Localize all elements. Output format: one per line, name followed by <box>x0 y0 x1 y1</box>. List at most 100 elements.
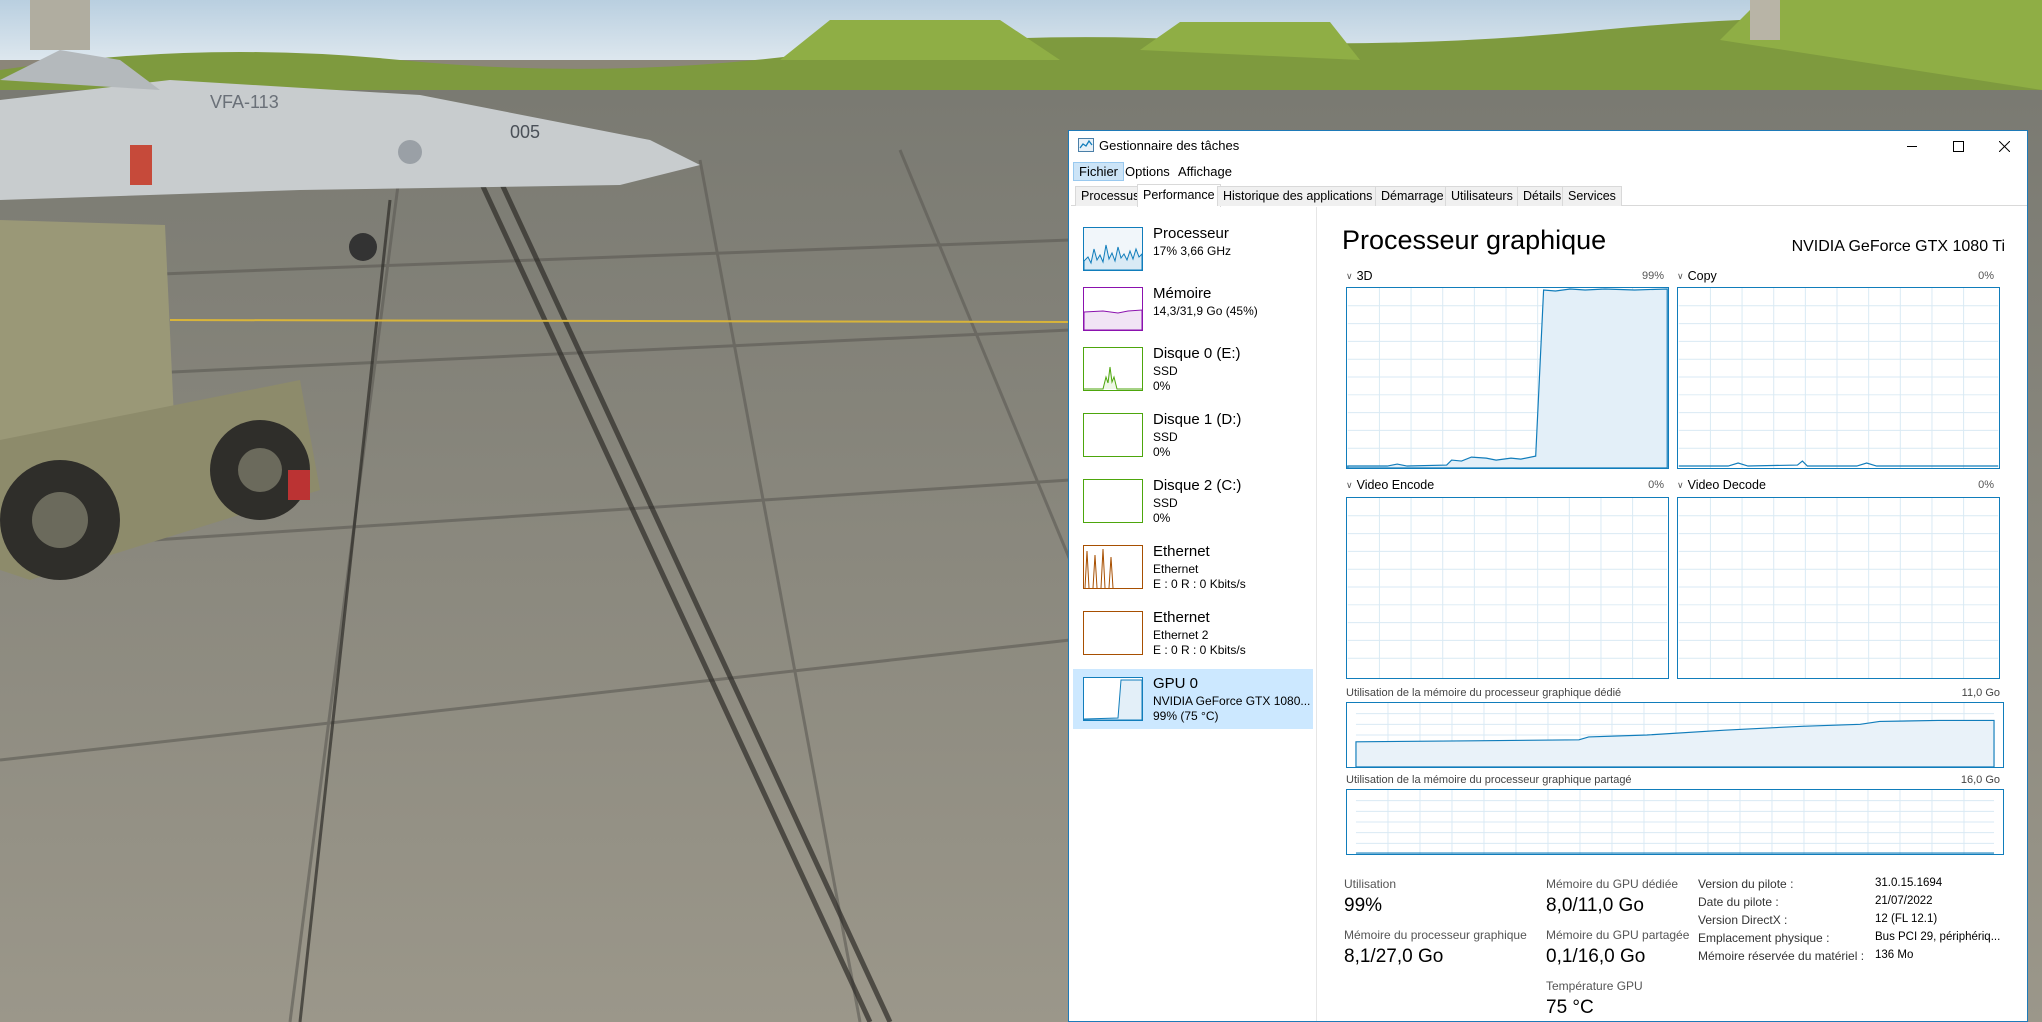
engine-label: Video Encode <box>1356 478 1435 492</box>
graph-video-encode <box>1346 497 1669 679</box>
shared-gpu-memory-label: Mémoire du GPU partagée <box>1546 928 1690 942</box>
shared-memory-max: 16,0 Go <box>1960 774 2000 786</box>
sidebar-item-title: GPU 0 <box>1153 675 1199 692</box>
sidebar-item-gpu0[interactable]: GPU 0 NVIDIA GeForce GTX 1080... 99% (75… <box>1073 669 1313 729</box>
minimize-icon <box>1906 145 1917 147</box>
sidebar-item-value: 0% <box>1153 511 1171 525</box>
sidebar-item-title: Ethernet <box>1153 543 1210 560</box>
engine-label: Copy <box>1687 269 1717 283</box>
sidebar-item-value: 0% <box>1153 379 1171 393</box>
tab-details[interactable]: Détails <box>1517 186 1568 206</box>
tab-utilisateurs[interactable]: Utilisateurs <box>1445 186 1519 206</box>
menu-bar: Fichier Options Affichage <box>1069 161 2027 181</box>
tab-processus[interactable]: Processus <box>1075 186 1146 206</box>
tab-performance[interactable]: Performance <box>1137 184 1221 207</box>
close-icon <box>1998 140 2010 152</box>
sidebar-item-disque0[interactable]: Disque 0 (E:) SSD 0% <box>1073 339 1313 399</box>
sidebar-item-detail: Ethernet 2 <box>1153 628 1209 642</box>
engine-selector-video-decode[interactable]: ∨ Video Decode <box>1677 478 1766 492</box>
tab-services[interactable]: Services <box>1562 186 1622 206</box>
chevron-down-icon: ∨ <box>1346 271 1353 281</box>
property-value: 31.0.15.1694 <box>1875 877 1943 889</box>
sidebar-item-detail: SSD <box>1153 430 1178 444</box>
ethernet-mini-graph <box>1083 545 1143 589</box>
sidebar-item-memoire[interactable]: Mémoire 14,3/31,9 Go (45%) <box>1073 279 1313 339</box>
property-value: 21/07/2022 <box>1875 895 1933 907</box>
sidebar-item-detail: SSD <box>1153 496 1178 510</box>
graph-shared-memory <box>1346 789 2004 855</box>
property-label: Emplacement physique : <box>1698 931 1830 945</box>
tab-historique[interactable]: Historique des applications <box>1217 186 1379 206</box>
sidebar-item-value: 99% (75 °C) <box>1153 709 1219 723</box>
title-bar[interactable]: Gestionnaire des tâches <box>1069 131 2027 161</box>
sidebar-item-title: Mémoire <box>1153 285 1212 302</box>
graph-3d <box>1346 287 1669 469</box>
dedicated-memory-label: Utilisation de la mémoire du processeur … <box>1346 687 1622 699</box>
maximize-button[interactable] <box>1935 131 1981 161</box>
graph-dedicated-memory <box>1346 702 2004 768</box>
sidebar-item-disque1[interactable]: Disque 1 (D:) SSD 0% <box>1073 405 1313 465</box>
dedicated-gpu-memory-label: Mémoire du GPU dédiée <box>1546 877 1679 891</box>
sidebar-item-disque2[interactable]: Disque 2 (C:) SSD 0% <box>1073 471 1313 531</box>
dedicated-gpu-memory-value: 8,0/11,0 Go <box>1546 895 1644 916</box>
disque0-mini-graph <box>1083 347 1143 391</box>
tab-demarrage[interactable]: Démarrage <box>1375 186 1450 206</box>
menu-fichier[interactable]: Fichier <box>1073 162 1125 181</box>
graph-copy <box>1677 287 2000 469</box>
close-button[interactable] <box>1981 131 2027 161</box>
engine-selector-copy[interactable]: ∨ Copy <box>1677 269 1717 283</box>
tab-bar: Processus Performance Historique des app… <box>1071 184 2027 207</box>
property-label: Date du pilote : <box>1698 895 1779 909</box>
svg-text:VFA-113: VFA-113 <box>210 92 279 112</box>
engine-label: 3D <box>1356 269 1373 283</box>
engine-percent: 0% <box>1978 479 1994 491</box>
sidebar-item-value: 0% <box>1153 445 1171 459</box>
menu-options[interactable]: Options <box>1120 163 1175 180</box>
sidebar-item-detail: Ethernet <box>1153 562 1199 576</box>
gpu-temperature-value: 75 °C <box>1546 997 1594 1018</box>
task-manager-window: Gestionnaire des tâches Fichier Options … <box>1068 130 2028 1022</box>
svg-text:005: 005 <box>510 122 540 142</box>
minimize-button[interactable] <box>1889 131 1935 161</box>
engine-label: Video Decode <box>1687 478 1766 492</box>
sidebar-item-title: Disque 2 (C:) <box>1153 477 1242 494</box>
engine-percent: 99% <box>1641 270 1664 282</box>
gpu-memory-label: Mémoire du processeur graphique <box>1344 928 1527 942</box>
utilisation-label: Utilisation <box>1344 877 1397 891</box>
graph-video-decode <box>1677 497 2000 679</box>
sidebar-item-title: Disque 0 (E:) <box>1153 345 1241 362</box>
sidebar-item-processeur[interactable]: Processeur 17% 3,66 GHz <box>1073 219 1313 279</box>
chevron-down-icon: ∨ <box>1677 480 1684 490</box>
task-manager-app-icon <box>1078 138 1094 152</box>
menu-affichage[interactable]: Affichage <box>1173 163 1237 180</box>
utilisation-value: 99% <box>1344 895 1383 916</box>
sidebar-item-value: E : 0 R : 0 Kbits/s <box>1153 643 1246 657</box>
ethernet2-mini-graph <box>1083 611 1143 655</box>
sidebar-item-ethernet2[interactable]: Ethernet Ethernet 2 E : 0 R : 0 Kbits/s <box>1073 603 1313 663</box>
dedicated-memory-max: 11,0 Go <box>1961 687 2000 699</box>
property-label: Mémoire réservée du matériel : <box>1698 949 1865 963</box>
disque1-mini-graph <box>1083 413 1143 457</box>
processeur-mini-graph <box>1083 227 1143 271</box>
sidebar-item-title: Disque 1 (D:) <box>1153 411 1242 428</box>
engine-selector-video-encode[interactable]: ∨ Video Encode <box>1346 478 1434 492</box>
engine-percent: 0% <box>1648 479 1664 491</box>
memoire-mini-graph <box>1083 287 1143 331</box>
shared-gpu-memory-value: 0,1/16,0 Go <box>1546 946 1646 967</box>
sidebar-item-ethernet[interactable]: Ethernet Ethernet E : 0 R : 0 Kbits/s <box>1073 537 1313 597</box>
property-label: Version du pilote : <box>1698 877 1794 891</box>
window-title: Gestionnaire des tâches <box>1099 138 1240 153</box>
chevron-down-icon: ∨ <box>1677 271 1684 281</box>
resource-list: Processeur 17% 3,66 GHz Mémoire 14,3/31,… <box>1069 207 1317 1021</box>
page-title: Processeur graphique <box>1342 225 1607 255</box>
gpu-temperature-label: Température GPU <box>1546 979 1643 993</box>
engine-selector-3d[interactable]: ∨ 3D <box>1346 269 1373 283</box>
gpu-name: NVIDIA GeForce GTX 1080 Ti <box>1791 238 2005 255</box>
sidebar-item-detail: 17% 3,66 GHz <box>1153 244 1232 258</box>
maximize-icon <box>1952 140 1964 152</box>
sidebar-item-title: Ethernet <box>1153 609 1210 626</box>
property-label: Version DirectX : <box>1698 913 1788 927</box>
property-value: 136 Mo <box>1875 949 1914 961</box>
gpu-memory-value: 8,1/27,0 Go <box>1344 946 1444 967</box>
sidebar-item-title: Processeur <box>1153 225 1229 242</box>
